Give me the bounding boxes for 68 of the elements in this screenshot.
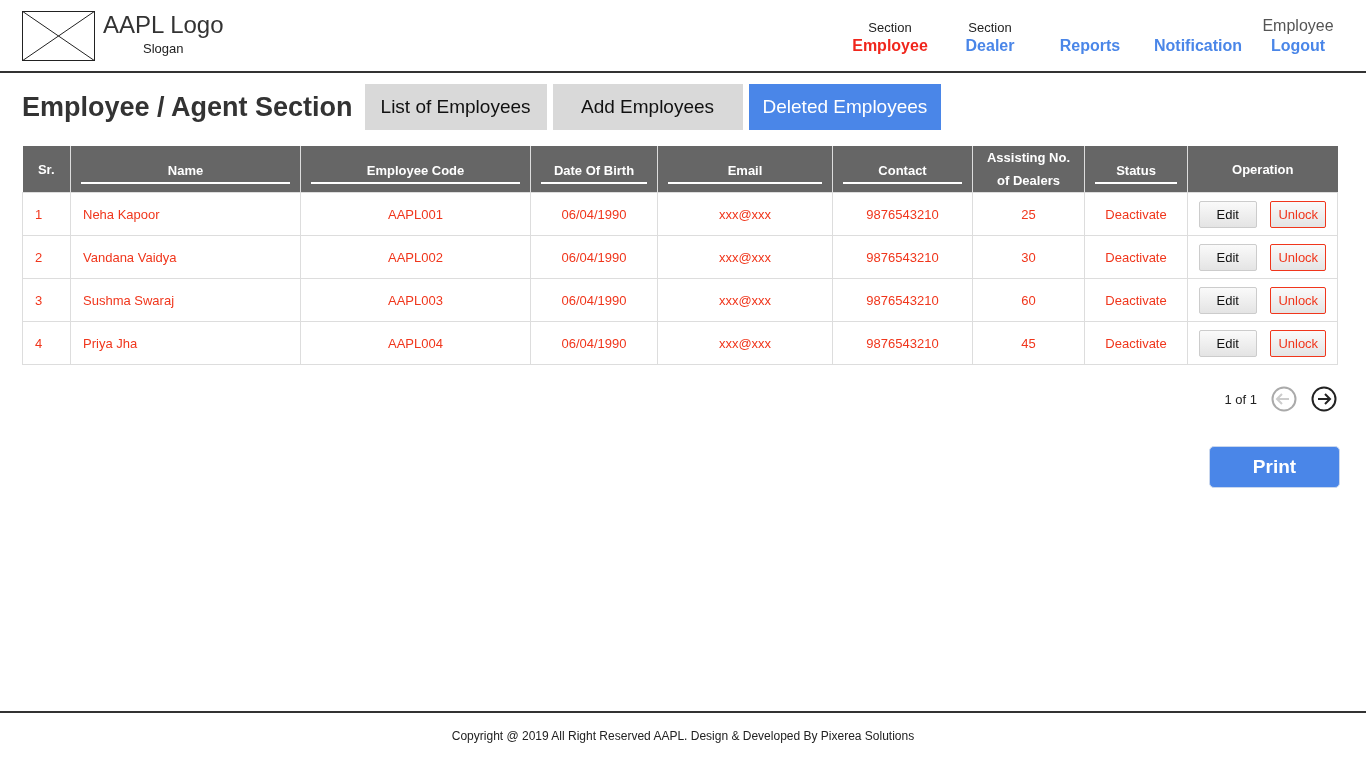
nav-link[interactable]: Employee xyxy=(852,35,928,56)
table-cell: Deactivate xyxy=(1084,235,1188,279)
table-cell: 06/04/1990 xyxy=(530,321,658,365)
edit-button[interactable]: Edit xyxy=(1198,286,1257,314)
table-cell: Deactivate xyxy=(1084,321,1188,365)
table-cell: 06/04/1990 xyxy=(530,278,658,322)
table-cell: xxx@xxx xyxy=(657,192,833,236)
column-header: Employee Code xyxy=(300,146,531,193)
nav-caption: Section xyxy=(868,19,912,36)
table-cell: Sushma Swaraj xyxy=(70,278,301,322)
logo-text: AAPL Logo xyxy=(103,10,224,39)
logout-link[interactable]: Logout xyxy=(1270,35,1326,56)
table-cell: Deactivate xyxy=(1084,278,1188,322)
table-cell: 4 xyxy=(22,321,71,365)
edit-button[interactable]: Edit xyxy=(1198,329,1257,357)
table-cell: AAPL003 xyxy=(300,278,531,322)
table-cell: 06/04/1990 xyxy=(530,192,658,236)
table-cell: 9876543210 xyxy=(832,321,973,365)
column-header: Email xyxy=(657,146,833,193)
table-cell: 30 xyxy=(972,235,1085,279)
column-header: Assisting No. of Dealers xyxy=(972,146,1085,193)
table-cell: 9876543210 xyxy=(832,192,973,236)
section-tab[interactable]: List of Employees xyxy=(364,84,547,130)
edit-button[interactable]: Edit xyxy=(1198,243,1257,271)
table-cell: 06/04/1990 xyxy=(530,235,658,279)
edit-button[interactable]: Edit xyxy=(1198,200,1257,228)
table-cell: xxx@xxx xyxy=(657,321,833,365)
table-cell: 9876543210 xyxy=(832,278,973,322)
table-cell: 45 xyxy=(972,321,1085,365)
user-name: Employee xyxy=(1262,15,1334,36)
column-header: Contact xyxy=(832,146,973,193)
nav-caption: Section xyxy=(968,19,1012,36)
table-cell: AAPL001 xyxy=(300,192,531,236)
table-cell: AAPL002 xyxy=(300,235,531,279)
table-cell: 2 xyxy=(22,235,71,279)
table-cell: xxx@xxx xyxy=(657,278,833,322)
table-cell: Deactivate xyxy=(1084,192,1188,236)
table-cell: xxx@xxx xyxy=(657,235,833,279)
section-tab[interactable]: Deleted Employees xyxy=(748,84,942,130)
print-button[interactable]: Print xyxy=(1209,446,1340,488)
copyright-text: Copyright @ 2019 All Right Reserved AAPL. Design & Developed By Pixerea Solutions xyxy=(451,728,915,743)
column-header: Sr. xyxy=(22,146,71,193)
next-page-icon[interactable] xyxy=(1311,386,1337,412)
nav-link[interactable]: Reports xyxy=(1059,35,1121,56)
table-cell: 3 xyxy=(22,278,71,322)
page-title: Employee / Agent Section xyxy=(22,91,353,123)
column-header: Date Of Birth xyxy=(530,146,658,193)
image-placeholder-icon xyxy=(22,10,95,61)
table-cell: Priya Jha xyxy=(70,321,301,365)
nav-link[interactable]: Dealer xyxy=(965,35,1015,56)
table-cell: 25 xyxy=(972,192,1085,236)
table-cell: 60 xyxy=(972,278,1085,322)
section-tab[interactable]: Add Employees xyxy=(552,84,743,130)
table-cell: Neha Kapoor xyxy=(70,192,301,236)
table-cell: 9876543210 xyxy=(832,235,973,279)
unlock-button[interactable]: Unlock xyxy=(1270,243,1327,271)
unlock-button[interactable]: Unlock xyxy=(1270,286,1327,314)
unlock-button[interactable]: Unlock xyxy=(1270,329,1327,357)
nav-link[interactable]: Notification xyxy=(1154,35,1242,56)
table-cell: AAPL004 xyxy=(300,321,531,365)
page-indicator: 1 of 1 xyxy=(1224,391,1257,407)
slogan: Slogan xyxy=(143,40,184,56)
table-cell: 1 xyxy=(22,192,71,236)
column-header: Name xyxy=(70,146,301,193)
table-cell: Vandana Vaidya xyxy=(70,235,301,279)
column-header: Operation xyxy=(1187,146,1338,193)
column-header: Status xyxy=(1084,146,1188,193)
unlock-button[interactable]: Unlock xyxy=(1270,200,1327,228)
